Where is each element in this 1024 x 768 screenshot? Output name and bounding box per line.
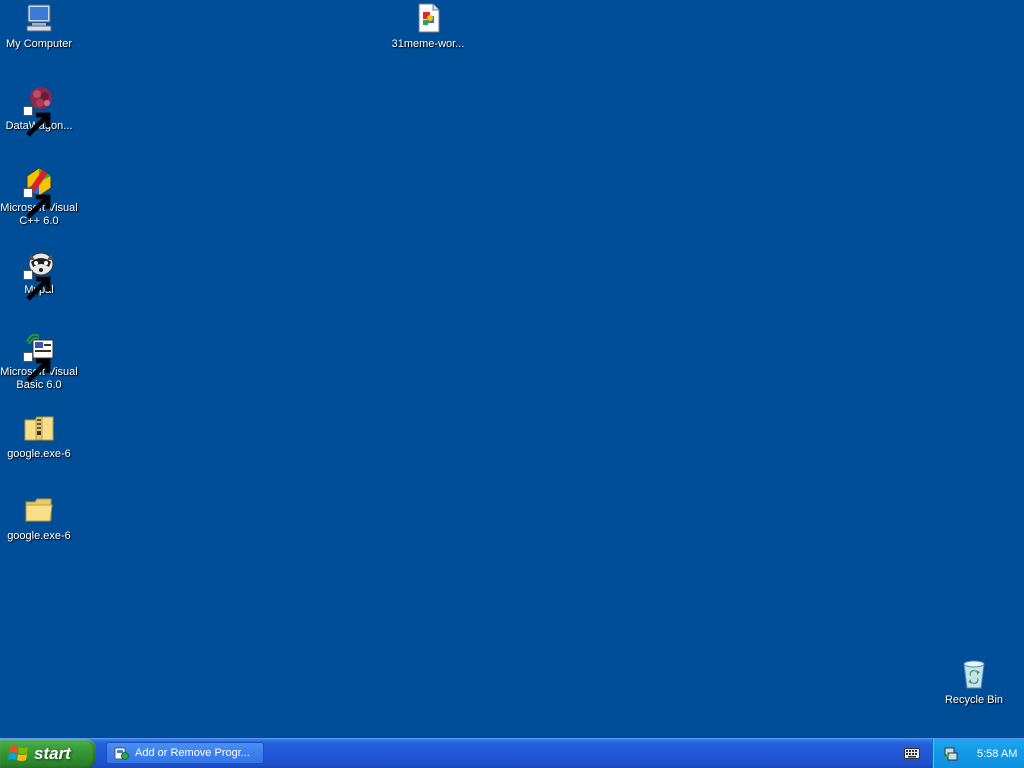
mypal-raccoon-icon bbox=[23, 248, 55, 301]
desktop-icon-recycle-bin[interactable]: Recycle Bin bbox=[935, 658, 1013, 707]
shortcut-arrow-icon bbox=[23, 188, 51, 219]
shortcut-arrow-icon bbox=[23, 270, 51, 301]
folder-icon bbox=[23, 494, 55, 526]
add-remove-programs-icon bbox=[114, 747, 129, 760]
shortcut-arrow-icon bbox=[23, 352, 51, 383]
desktop-icon-label: google.exe-6 bbox=[7, 530, 71, 542]
desktop-icon-google-exe-folder[interactable]: google.exe-6 bbox=[0, 494, 78, 543]
desktop: My Computer DataWagon... Microsoft Visua… bbox=[0, 0, 1024, 738]
start-label: start bbox=[34, 743, 71, 763]
desktop-icon-label: Recycle Bin bbox=[944, 694, 1004, 706]
visual-basic-icon bbox=[23, 330, 55, 383]
desktop-icon-31meme-document[interactable]: 31meme-wor... bbox=[389, 2, 467, 51]
system-tray: 5:58 AM bbox=[932, 739, 1024, 768]
visual-cpp-icon bbox=[23, 166, 55, 219]
recycle-bin-icon bbox=[958, 658, 990, 690]
desktop-icon-label: google.exe-6 bbox=[7, 448, 71, 460]
start-button[interactable]: start bbox=[0, 739, 96, 768]
desktop-icon-mypal[interactable]: Mypal bbox=[0, 248, 78, 301]
desktop-icon-visual-basic[interactable]: Microsoft Visual Basic 6.0 bbox=[0, 330, 78, 392]
desktop-icon-visual-cpp[interactable]: Microsoft Visual C++ 6.0 bbox=[0, 166, 78, 228]
network-tray-icon[interactable] bbox=[943, 746, 959, 762]
desktop-icon-label: My Computer bbox=[5, 38, 73, 50]
desktop-icon-google-exe-zip[interactable]: google.exe-6 bbox=[0, 412, 78, 461]
desktop-icon-my-computer[interactable]: My Computer bbox=[0, 2, 78, 51]
desktop-icon-label: 31meme-wor... bbox=[391, 38, 465, 50]
taskbar-item-label: Add or Remove Progr... bbox=[135, 747, 250, 759]
document-icon bbox=[412, 2, 444, 34]
my-computer-icon bbox=[23, 2, 55, 34]
clock[interactable]: 5:58 AM bbox=[977, 748, 1017, 760]
taskbar-item-add-remove-programs[interactable]: Add or Remove Progr... bbox=[106, 742, 264, 764]
desktop-icon-datawagon[interactable]: DataWagon... bbox=[0, 84, 78, 137]
zip-folder-icon bbox=[23, 412, 55, 444]
datawagon-icon bbox=[23, 84, 55, 137]
taskbar: start Add or Remove Progr... 5:58 AM bbox=[0, 738, 1024, 768]
windows-flag-icon bbox=[8, 745, 28, 761]
shortcut-arrow-icon bbox=[23, 106, 51, 137]
keyboard-icon[interactable] bbox=[904, 746, 920, 760]
